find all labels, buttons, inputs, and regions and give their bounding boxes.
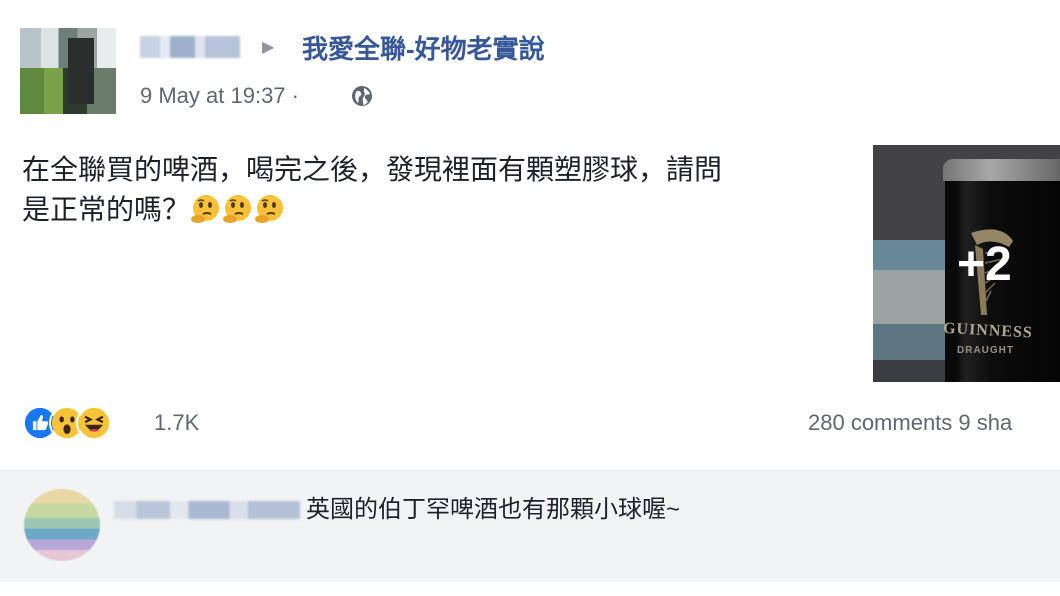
bottom-divider [0, 582, 1060, 596]
comments-shares-count[interactable]: 280 comments 9 sha [808, 409, 1012, 437]
shared-to-arrow-icon: ▶ [262, 39, 275, 56]
author-name-blurred[interactable] [140, 36, 240, 58]
comment-text: 英國的伯丁罕啤酒也有那顆小球喔~ [306, 496, 681, 523]
post-text-line-1: 在全聯買的啤酒，喝完之後，發現裡面有顆塑膠球，請問 [22, 154, 723, 185]
group-name-link[interactable]: 我愛全聯-好物老實說 [302, 33, 545, 65]
thinking-face-icon [223, 195, 252, 223]
post-photo[interactable]: GUINNESS DRAUGHT +2 [873, 145, 1060, 382]
thinking-face-icon [191, 195, 220, 223]
thinking-face-icon [255, 195, 284, 223]
commenter-name-blurred[interactable] [114, 501, 300, 519]
haha-icon [76, 405, 112, 441]
post-text: 在全聯買的啤酒，喝完之後，發現裡面有顆塑膠球，請問 是正常的嗎？ [22, 150, 842, 230]
post-text-line-2: 是正常的嗎？ [22, 194, 191, 225]
comments-section: 英國的伯丁罕啤酒也有那顆小球喔~ [0, 470, 1060, 583]
post-card: ▶ 我愛全聯-好物老實說 9 May at 19:37 · 在全聯買的啤酒，喝完… [0, 0, 1060, 470]
commenter-avatar[interactable] [24, 489, 100, 561]
post-timestamp[interactable]: 9 May at 19:37 · [140, 82, 299, 110]
author-avatar[interactable] [20, 28, 116, 114]
reaction-count[interactable]: 1.7K [154, 409, 199, 437]
more-photos-count[interactable]: +2 [957, 237, 1012, 293]
globe-icon [352, 86, 372, 106]
